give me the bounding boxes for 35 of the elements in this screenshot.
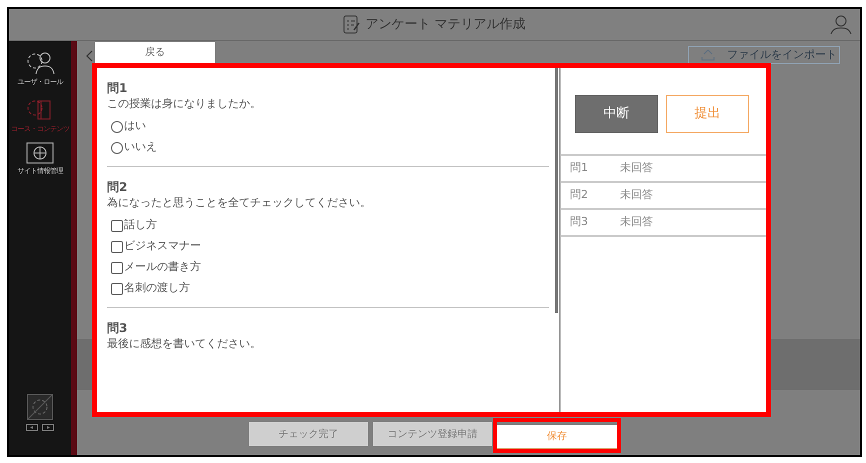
back-tab[interactable]: 戻る <box>95 42 215 63</box>
window-title: アンケート マテリアル作成 <box>365 16 526 34</box>
arrow-left-icon[interactable] <box>26 424 38 431</box>
question-number: 問3 <box>570 214 589 230</box>
checkbox[interactable] <box>111 240 123 252</box>
option-label[interactable]: ビジネスマナー <box>124 238 201 255</box>
answer-status: 未回答 <box>620 187 653 204</box>
radio-button[interactable] <box>111 120 123 132</box>
question-title: 問2 <box>107 179 128 195</box>
option-label[interactable]: 名刺の渡し方 <box>124 280 190 297</box>
suspend-button[interactable]: 中断 <box>575 95 658 133</box>
arrow-right-icon[interactable] <box>42 424 54 431</box>
question-title: 問3 <box>107 320 128 336</box>
upload-icon <box>701 49 715 61</box>
scrollbar-thumb[interactable] <box>555 68 558 313</box>
option-label[interactable]: はい <box>124 118 146 135</box>
question-title: 問1 <box>107 80 128 96</box>
checkbox[interactable] <box>111 220 123 232</box>
checkbox[interactable] <box>111 262 123 274</box>
answer-status: 未回答 <box>620 160 653 176</box>
question-text: 最後に感想を書いてください。 <box>107 336 262 352</box>
globe-icon <box>26 142 54 164</box>
question-number: 問1 <box>570 160 589 176</box>
option-label[interactable]: いいえ <box>124 139 157 156</box>
question-number: 問2 <box>570 187 589 204</box>
option-label[interactable]: メールの書き方 <box>124 259 201 276</box>
option-label[interactable]: 話し方 <box>124 217 157 234</box>
question-text: 為になったと思うことを全てチェックしてください。 <box>107 195 372 211</box>
radio-button[interactable] <box>111 142 123 154</box>
chevron-left-icon[interactable] <box>86 50 93 62</box>
answer-status: 未回答 <box>620 214 653 230</box>
question-text: この授業は身になりましたか。 <box>107 96 262 112</box>
user-icon[interactable] <box>830 13 852 35</box>
survey-icon <box>343 14 362 34</box>
checkbox[interactable] <box>111 282 123 294</box>
